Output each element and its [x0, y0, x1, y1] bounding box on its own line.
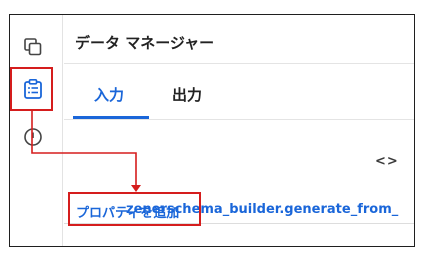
highlight-connector-arrow [31, 111, 141, 192]
